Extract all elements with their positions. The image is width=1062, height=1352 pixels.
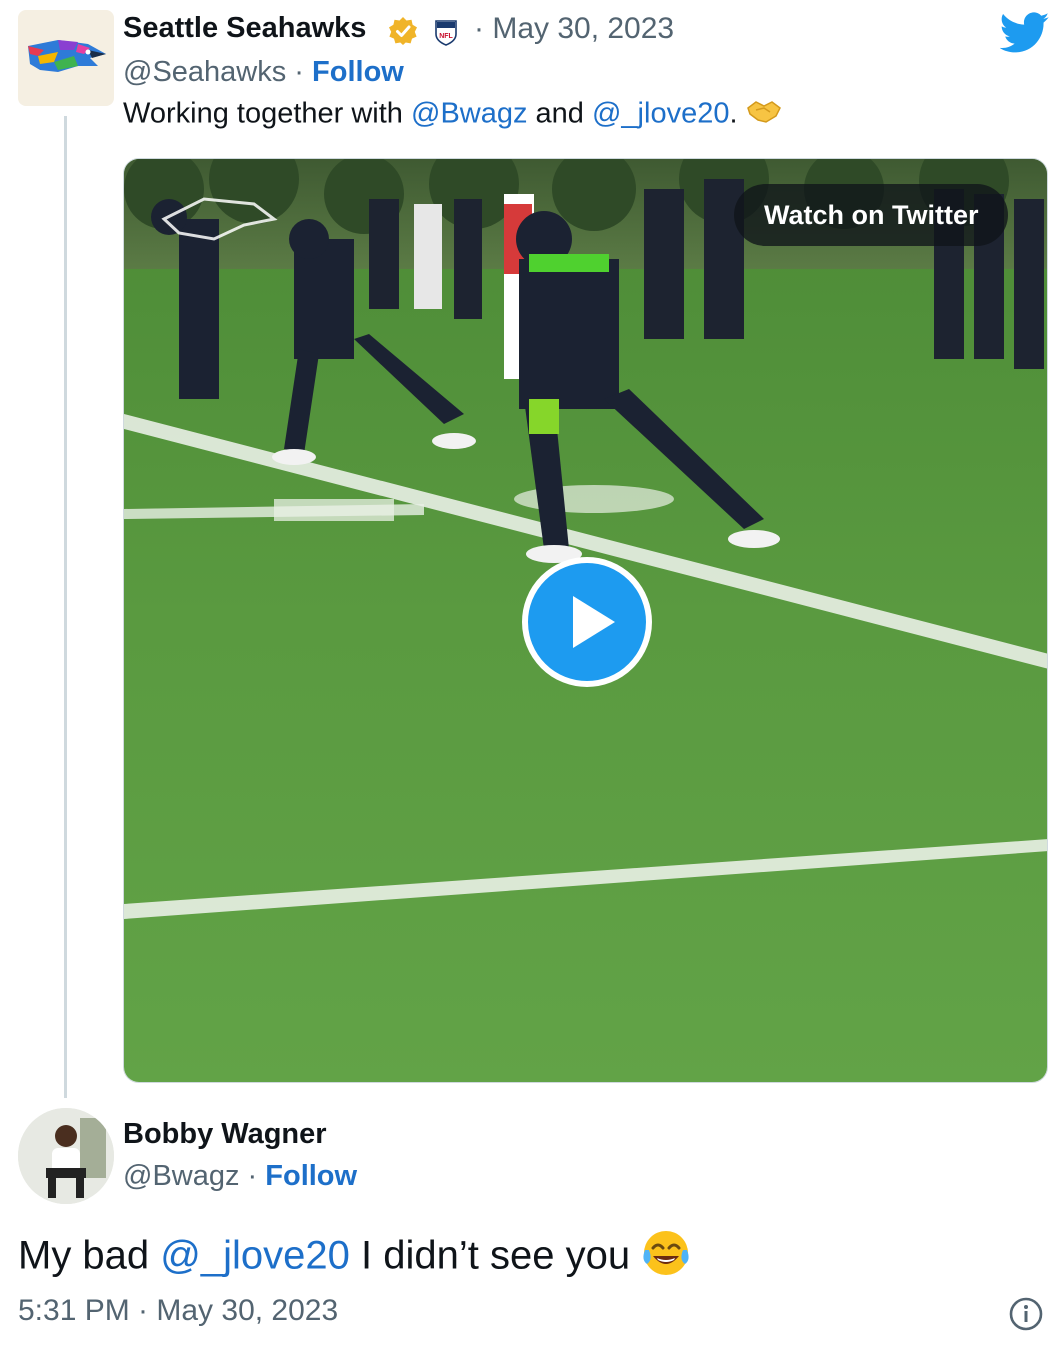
profile-photo-icon	[18, 1108, 114, 1204]
thread-connector-line	[64, 116, 67, 1098]
tweet-text-middle: and	[527, 97, 592, 130]
follow-link[interactable]: Follow	[265, 1160, 357, 1192]
tweet-text: Working together with @Bwagz and @_jlove…	[123, 96, 782, 134]
seahawks-logo-icon	[28, 40, 106, 72]
follow-link[interactable]: Follow	[312, 56, 404, 88]
svg-text:NFL: NFL	[439, 33, 453, 40]
mention-link[interactable]: @_jlove20	[592, 98, 729, 130]
author-handle-line: @Seahawks · Follow	[123, 56, 404, 89]
author-handle-line: @Bwagz · Follow	[123, 1160, 357, 1193]
tweet-text-suffix: .	[729, 97, 746, 130]
seahawks-avatar[interactable]	[18, 10, 114, 106]
verified-badge-icon	[388, 16, 418, 46]
author-name[interactable]: Seattle Seahawks	[123, 12, 366, 45]
author-name[interactable]: Bobby Wagner	[123, 1118, 327, 1151]
tears-of-joy-emoji	[641, 1228, 691, 1288]
nfl-shield-icon[interactable]: NFL	[434, 18, 458, 46]
author-handle[interactable]: @Bwagz	[123, 1160, 239, 1192]
bobby-wagner-avatar[interactable]	[18, 1108, 114, 1204]
separator: ·	[239, 1160, 266, 1192]
mention-link[interactable]: @_jlove20	[160, 1234, 350, 1278]
tweet-text-suffix: I didn’t see you	[349, 1233, 642, 1278]
tweet-text-prefix: My bad	[18, 1233, 161, 1278]
tweet-timestamp[interactable]: 5:31 PM · May 30, 2023	[18, 1294, 338, 1328]
separator: ·	[286, 56, 313, 88]
play-icon	[522, 557, 652, 687]
author-handle[interactable]: @Seahawks	[123, 56, 286, 88]
watch-on-twitter-button[interactable]: Watch on Twitter	[734, 184, 1009, 246]
handshake-emoji	[746, 96, 782, 134]
tweet-text-prefix: Working together with	[123, 97, 411, 130]
play-button[interactable]	[521, 556, 653, 688]
info-icon[interactable]	[1008, 1296, 1044, 1332]
twitter-bird-icon[interactable]	[999, 12, 1050, 54]
video-player[interactable]: Watch on Twitter	[123, 158, 1048, 1083]
mention-link[interactable]: @Bwagz	[411, 98, 527, 130]
tweet-date[interactable]: · May 30, 2023	[474, 12, 674, 46]
tweet-text: My bad @_jlove20 I didn’t see you	[18, 1228, 691, 1288]
